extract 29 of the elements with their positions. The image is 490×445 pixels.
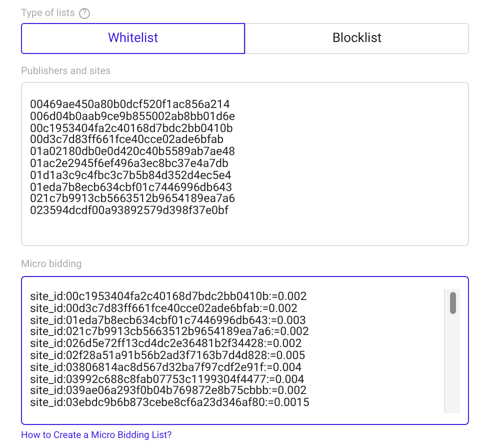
publisher-id: 01ac2e2945f6ef496a3ec8bc37e4a7db xyxy=(30,158,228,170)
publisher-id: 01a02180db0e0d420c40b5589ab7ae48 xyxy=(30,146,236,158)
list-type-tab[interactable]: Whitelist xyxy=(21,23,245,54)
bidding-rule: site_id:00d3c7d83ff661fce40cce02ade6bfab:=0.002 xyxy=(30,302,298,315)
bidding-rule: site_id:03992c688c8fab07753c1199304f4477:=0.004 xyxy=(30,374,304,386)
list-type-tab[interactable]: Blocklist xyxy=(245,23,469,54)
bidding-rule: site_id:021c7b9913cb5663512b9654189ea7a6:=0.002 xyxy=(30,326,309,338)
bidding-rule: site_id:02f28a51a91b56b2ad3f7163b7d4d828:=0.005 xyxy=(30,350,306,362)
field-label: Type of lists xyxy=(21,6,75,20)
field-label: Publishers and sites xyxy=(21,65,112,77)
publisher-id: 00c1953404fa2c40168d7bdc2bb0410b xyxy=(30,122,233,134)
bidding-rule: site_id:03806814ac8d567d32ba7f97cdf2e91f:=0.004 xyxy=(30,362,302,374)
bidding-rule: site_id:026d5e72ff13cd4dc2e36481b2f34428:=0.002 xyxy=(30,338,302,350)
publisher-id: 021c7b9913cb5663512b9654189ea7a6 xyxy=(30,193,236,206)
publisher-id: 00469ae450a80b0dcf520f1ac856a214 xyxy=(30,99,230,111)
bidding-rule: site_id:03ebdc9b6b873cebe8cf6a23d346af80:=0.0015 xyxy=(30,397,310,409)
bidding-rule: site_id:00c1953404fa2c40168d7bdc2bb0410b:=0.002 xyxy=(30,291,307,303)
bidding-rule: site_id:01eda7b8ecb634cbf01c7446996db643:=0.003 xyxy=(30,314,306,326)
publisher-id: 00d3c7d83ff661fce40cce02ade6bfab xyxy=(30,134,224,146)
help-link[interactable]: How to Create a Micro Bidding List? xyxy=(21,429,172,444)
field-label: Micro bidding xyxy=(21,258,83,270)
micro-bidding-textarea[interactable] xyxy=(21,276,469,425)
publishers-textarea[interactable] xyxy=(21,82,469,246)
bidding-rule: site_id:039ae06a293f0b04b769872e8b75cbbb:=0.002 xyxy=(30,385,307,398)
publisher-id: 006d04b0aab9ce9b855002ab8bb01d6e xyxy=(30,110,236,123)
publisher-id: 01d1a3c9c4fbc3c7b5b84d352d4ec5e4 xyxy=(30,170,232,182)
publisher-id: 01eda7b8ecb634cbf01c7446996db643 xyxy=(30,182,232,194)
publisher-id: 023594dcdf00a93892579d398f37e0bf xyxy=(30,205,228,217)
scrollbar[interactable] xyxy=(444,289,460,413)
